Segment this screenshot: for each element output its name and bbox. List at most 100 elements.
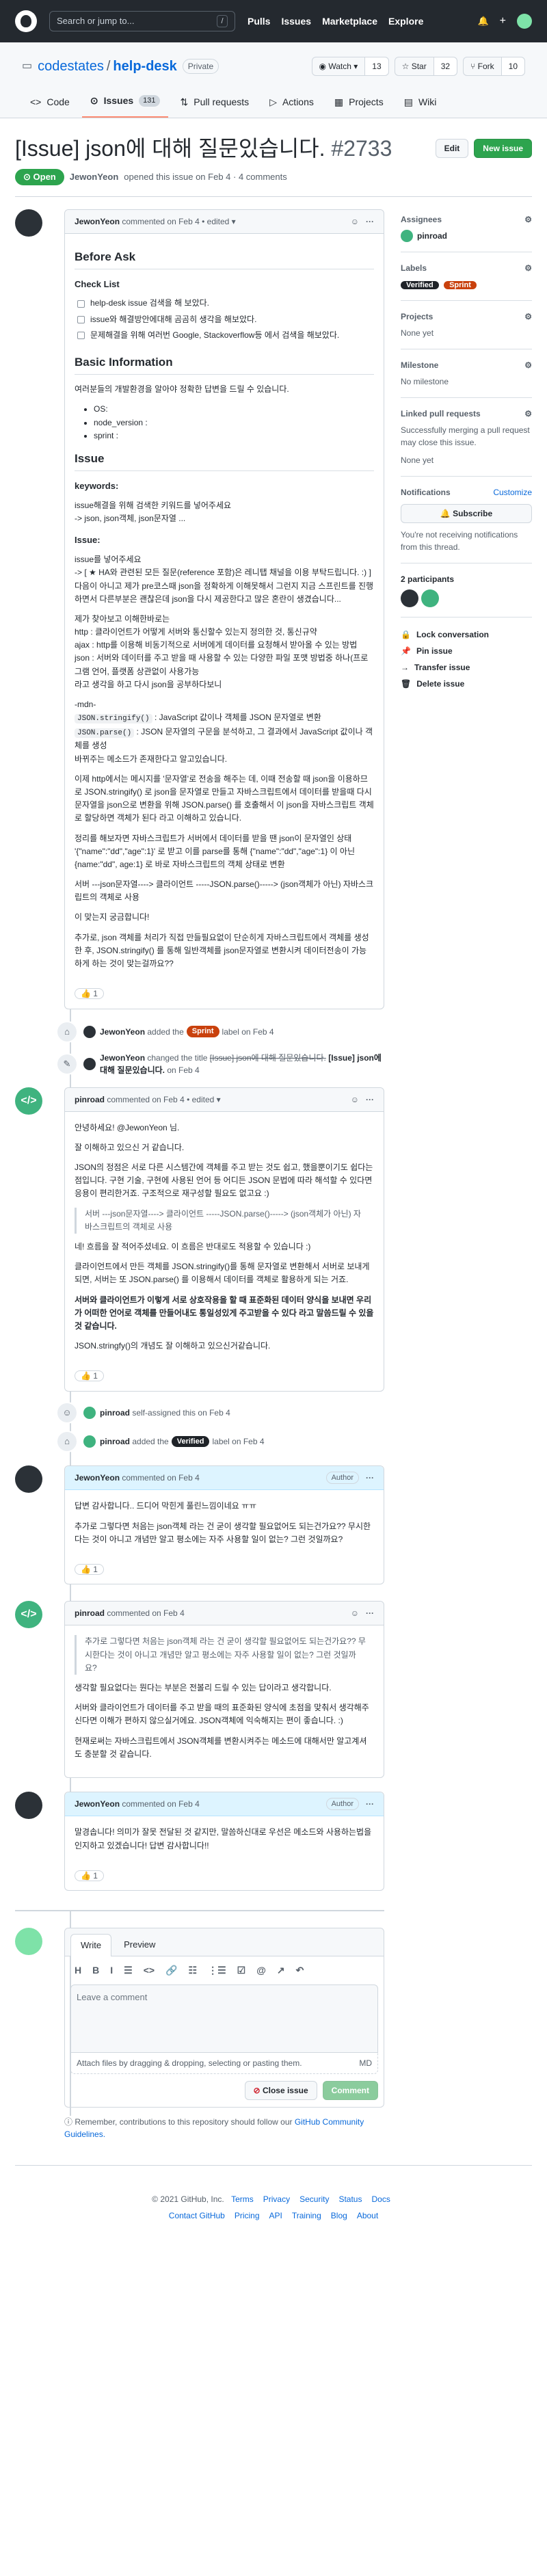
lock-conversation-button[interactable]: 🔒 Lock conversation: [401, 628, 532, 641]
gear-icon[interactable]: ⚙: [524, 408, 532, 420]
link-icon[interactable]: 🔗: [165, 1963, 177, 1978]
reply-icon[interactable]: ↶: [296, 1963, 304, 1978]
gear-icon[interactable]: ⚙: [524, 359, 532, 371]
footer-link[interactable]: Contact GitHub: [169, 2211, 225, 2220]
footer-link[interactable]: About: [357, 2211, 378, 2220]
search-input[interactable]: Search or jump to... /: [49, 11, 235, 31]
edit-title-button[interactable]: Edit: [435, 139, 469, 158]
bell-icon[interactable]: 🔔: [477, 14, 488, 28]
footer-link[interactable]: Status: [338, 2194, 362, 2204]
checklist-item[interactable]: issue와 해결방안에대해 곰곰히 생각을 해보았다.: [77, 313, 374, 326]
avatar[interactable]: [421, 589, 439, 607]
smiley-icon[interactable]: ☺: [351, 215, 359, 228]
gear-icon[interactable]: ⚙: [524, 213, 532, 226]
subscribe-button[interactable]: 🔔 Subscribe: [401, 504, 532, 523]
tab-preview[interactable]: Preview: [114, 1934, 165, 1956]
transfer-issue-button[interactable]: → Transfer issue: [401, 661, 532, 674]
tab-pull-requests[interactable]: ⇅ Pull requests: [172, 95, 258, 118]
comment-author[interactable]: JewonYeon: [75, 1472, 120, 1484]
more-icon[interactable]: ···: [366, 1798, 374, 1810]
label-sprint[interactable]: Sprint: [444, 280, 477, 289]
new-issue-button[interactable]: New issue: [474, 139, 532, 158]
plus-icon[interactable]: +: [500, 13, 506, 29]
footer-link[interactable]: Privacy: [263, 2194, 290, 2204]
label-sprint[interactable]: Sprint: [186, 1026, 219, 1037]
mention-icon[interactable]: @: [256, 1963, 266, 1978]
comment-author[interactable]: JewonYeon: [75, 215, 120, 228]
tab-wiki[interactable]: ▤ Wiki: [396, 95, 445, 118]
comment-author[interactable]: pinroad: [75, 1093, 105, 1106]
tab-projects[interactable]: ▦ Projects: [326, 95, 392, 118]
comment-author[interactable]: pinroad: [75, 1607, 105, 1619]
checklist-item[interactable]: 문제해결을 위해 여러번 Google, Stackoverflow등 에서 검…: [77, 329, 374, 342]
gear-icon[interactable]: ⚙: [524, 310, 532, 323]
bold-icon[interactable]: B: [92, 1963, 99, 1978]
repo-owner-link[interactable]: codestates: [38, 56, 104, 77]
tab-write[interactable]: Write: [70, 1934, 112, 1956]
more-icon[interactable]: ···: [366, 1093, 374, 1106]
issue-author[interactable]: JewonYeon: [70, 170, 119, 184]
avatar[interactable]: [15, 209, 42, 237]
delete-issue-button[interactable]: 🗑 Delete issue: [401, 678, 532, 690]
repo-name-link[interactable]: help-desk: [113, 56, 176, 77]
avatar[interactable]: [15, 1465, 42, 1493]
tab-actions[interactable]: ▷ Actions: [261, 95, 322, 118]
gear-icon[interactable]: ⚙: [524, 262, 532, 274]
checklist-item[interactable]: help-desk issue 검색을 해 보았다.: [77, 297, 374, 310]
avatar[interactable]: [401, 589, 418, 607]
italic-icon[interactable]: I: [110, 1963, 113, 1978]
nav-issues[interactable]: Issues: [281, 14, 311, 29]
footer-link[interactable]: Pricing: [235, 2211, 260, 2220]
avatar[interactable]: </>: [15, 1601, 42, 1629]
tasklist-icon[interactable]: ☑: [237, 1963, 246, 1978]
close-issue-button[interactable]: ⊘ Close issue: [244, 2080, 317, 2100]
footer-link[interactable]: Security: [299, 2194, 329, 2204]
avatar[interactable]: [83, 1057, 96, 1070]
avatar[interactable]: [83, 1406, 96, 1419]
assignee-name[interactable]: pinroad: [417, 230, 447, 242]
more-icon[interactable]: ···: [366, 1607, 374, 1619]
footer-link[interactable]: Terms: [231, 2194, 254, 2204]
github-logo-icon[interactable]: [15, 10, 37, 32]
nav-explore[interactable]: Explore: [388, 14, 423, 29]
avatar[interactable]: [83, 1435, 96, 1448]
avatar[interactable]: </>: [15, 1087, 42, 1115]
footer-link[interactable]: Docs: [371, 2194, 390, 2204]
avatar[interactable]: [83, 1025, 96, 1038]
pin-issue-button[interactable]: 📌 Pin issue: [401, 645, 532, 657]
thumbs-up-reaction[interactable]: 👍 1: [75, 1370, 104, 1382]
thumbs-up-reaction[interactable]: 👍 1: [75, 988, 104, 1000]
smiley-icon[interactable]: ☺: [351, 1607, 359, 1619]
star-button[interactable]: ☆ Star 32: [394, 57, 458, 76]
quote-icon[interactable]: ☰: [124, 1963, 133, 1978]
code-icon[interactable]: <>: [144, 1963, 155, 1978]
more-icon[interactable]: ···: [366, 215, 374, 228]
footer-link[interactable]: API: [269, 2211, 282, 2220]
thumbs-up-reaction[interactable]: 👍 1: [75, 1563, 104, 1575]
ordered-list-icon[interactable]: ⋮☰: [208, 1963, 226, 1978]
heading-icon[interactable]: H: [75, 1963, 81, 1978]
comment-button[interactable]: Comment: [322, 2080, 378, 2100]
label-verified[interactable]: Verified: [401, 280, 439, 289]
unordered-list-icon[interactable]: ☷: [189, 1963, 198, 1978]
footer-link[interactable]: Training: [292, 2211, 321, 2220]
thumbs-up-reaction[interactable]: 👍 1: [75, 1870, 104, 1881]
customize-link[interactable]: Customize: [493, 486, 532, 499]
nav-marketplace[interactable]: Marketplace: [322, 14, 377, 29]
comment-author[interactable]: JewonYeon: [75, 1798, 120, 1810]
comment-textarea[interactable]: Leave a comment: [70, 1984, 378, 2053]
footer-link[interactable]: Blog: [331, 2211, 347, 2220]
avatar[interactable]: [15, 1928, 42, 1956]
tab-code[interactable]: <> Code: [22, 95, 78, 118]
user-avatar[interactable]: [517, 14, 532, 29]
more-icon[interactable]: ···: [366, 1472, 374, 1484]
watch-button[interactable]: ◉ Watch ▾ 13: [311, 57, 389, 76]
avatar[interactable]: [15, 1791, 42, 1819]
tab-issues[interactable]: ⊙ Issues 131: [81, 94, 168, 118]
reference-icon[interactable]: ↗: [277, 1963, 285, 1978]
attach-files[interactable]: Attach files by dragging & dropping, sel…: [70, 2052, 378, 2074]
nav-pulls[interactable]: Pulls: [248, 14, 270, 29]
smiley-icon[interactable]: ☺: [351, 1093, 359, 1106]
fork-button[interactable]: ⑂ Fork 10: [463, 57, 525, 76]
label-verified[interactable]: Verified: [171, 1435, 210, 1448]
